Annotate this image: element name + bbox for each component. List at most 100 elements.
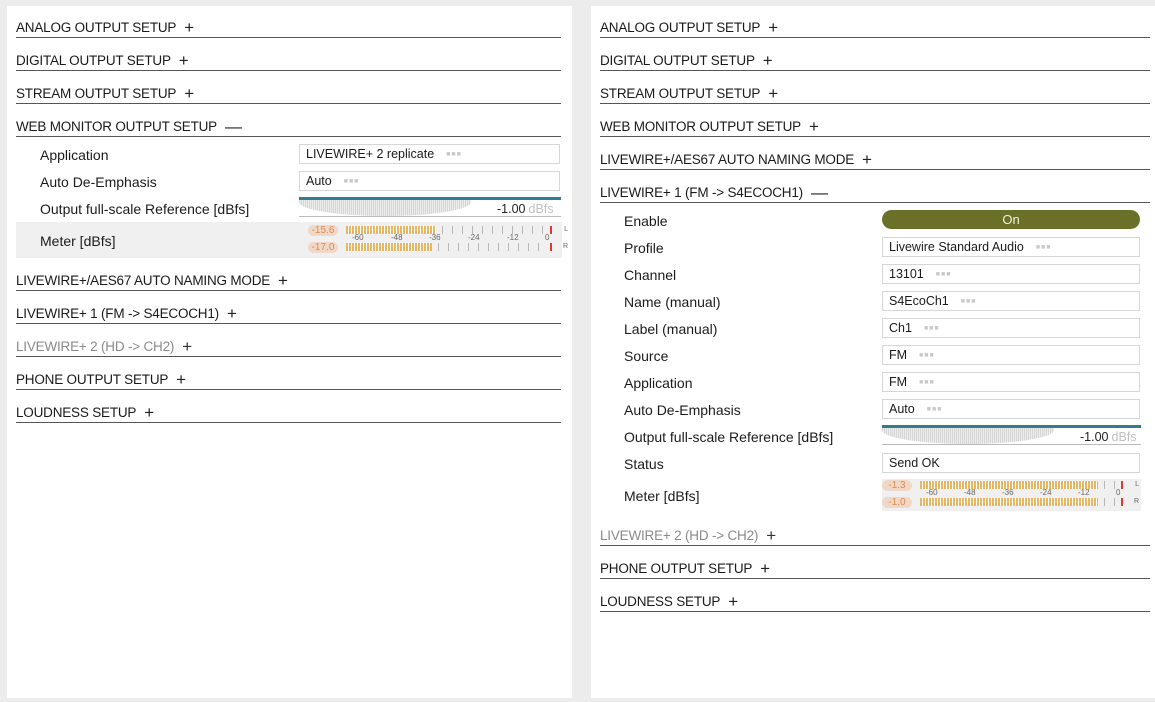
collapse-icon[interactable]: — <box>225 118 242 135</box>
section-livewire-2[interactable]: LIVEWIRE+ 2 (HD -> CH2) + <box>16 332 561 357</box>
name-input[interactable]: S4EcoCh1 ■■■ <box>882 291 1140 311</box>
status-display: Send OK <box>882 453 1140 473</box>
expand-icon[interactable]: + <box>760 560 770 577</box>
section-web-monitor-output-setup[interactable]: WEB MONITOR OUTPUT SETUP + <box>600 112 1150 137</box>
application-select[interactable]: FM ■■■ <box>882 372 1140 392</box>
setting-row-label: Label (manual) Ch1 ■■■ <box>591 315 1155 342</box>
section-livewire-1[interactable]: LIVEWIRE+ 1 (FM -> S4ECOCH1) + <box>16 299 561 324</box>
left-channel-label: L <box>564 226 568 233</box>
collapse-icon[interactable]: — <box>811 184 828 201</box>
label-input[interactable]: Ch1 ■■■ <box>882 318 1140 338</box>
meter-tail-tick <box>482 226 483 234</box>
section-stream-output-setup[interactable]: STREAM OUTPUT SETUP + <box>600 79 1150 104</box>
expand-icon[interactable]: + <box>763 52 773 69</box>
meter-tail-tick <box>1114 498 1115 506</box>
section-web-monitor-output-setup[interactable]: WEB MONITOR OUTPUT SETUP — <box>16 112 561 137</box>
setting-row-auto-de-emphasis: Auto De-Emphasis Auto ■■■ <box>7 168 572 195</box>
meter-tail-tick <box>498 243 499 251</box>
peak-marker <box>550 226 552 234</box>
section-digital-output-setup[interactable]: DIGITAL OUTPUT SETUP + <box>600 46 1150 71</box>
meter-scale-label: -48 <box>964 488 976 497</box>
enable-label: Enable <box>624 212 668 229</box>
section-livewire-aes67-auto-naming[interactable]: LIVEWIRE+/AES67 AUTO NAMING MODE + <box>600 145 1150 170</box>
more-icon: ■■■ <box>919 352 935 359</box>
auto-de-emphasis-select[interactable]: Auto ■■■ <box>299 171 560 191</box>
reference-label: Output full-scale Reference [dBfs] <box>40 200 250 217</box>
peak-marker <box>1121 498 1123 506</box>
right-settings-panel: ANALOG OUTPUT SETUP + DIGITAL OUTPUT SETU… <box>591 6 1155 698</box>
meter-tail-tick <box>528 243 529 251</box>
right-channel-peak-value: -17.0 <box>308 242 338 253</box>
status-label: Status <box>624 455 664 472</box>
more-icon: ■■■ <box>1035 244 1052 251</box>
expand-icon[interactable]: + <box>768 19 778 36</box>
section-stream-output-setup[interactable]: STREAM OUTPUT SETUP + <box>16 79 561 104</box>
section-title: PHONE OUTPUT SETUP <box>600 561 753 576</box>
section-phone-output-setup[interactable]: PHONE OUTPUT SETUP + <box>600 554 1150 579</box>
section-title: WEB MONITOR OUTPUT SETUP <box>16 119 217 134</box>
enable-toggle[interactable]: On <box>882 210 1140 229</box>
auto-de-emphasis-label: Auto De-Emphasis <box>40 173 157 190</box>
application-value: FM <box>889 375 908 389</box>
expand-icon[interactable]: + <box>766 527 776 544</box>
reference-slider[interactable]: -1.00 dBfs <box>882 425 1141 447</box>
expand-icon[interactable]: + <box>728 593 738 610</box>
right-channel-peak-value: -1.0 <box>882 497 912 508</box>
application-select[interactable]: LIVEWIRE+ 2 replicate ■■■ <box>299 144 560 164</box>
section-analog-output-setup[interactable]: ANALOG OUTPUT SETUP + <box>16 13 561 38</box>
expand-icon[interactable]: + <box>227 305 237 322</box>
meter-tail-tick <box>1104 498 1105 506</box>
reference-value: -1.00 <box>497 202 526 216</box>
expand-icon[interactable]: + <box>144 404 154 421</box>
section-digital-output-setup[interactable]: DIGITAL OUTPUT SETUP + <box>16 46 561 71</box>
expand-icon[interactable]: + <box>862 151 872 168</box>
right-channel-label: R <box>1133 498 1139 505</box>
meter-scale: -60 -48 -36 -24 -12 0 <box>920 488 1129 498</box>
setting-row-source: Source FM ■■■ <box>591 342 1155 369</box>
reference-slider[interactable]: -1.00 dBfs <box>299 197 561 219</box>
label-value: Ch1 <box>889 321 912 335</box>
section-livewire-aes67-auto-naming[interactable]: LIVEWIRE+/AES67 AUTO NAMING MODE + <box>16 266 561 291</box>
reference-unit: dBfs <box>528 202 554 216</box>
expand-icon[interactable]: + <box>809 118 819 135</box>
reference-unit: dBfs <box>1111 430 1137 444</box>
meter-scale-label: -60 <box>926 488 938 497</box>
section-loudness-setup[interactable]: LOUDNESS SETUP + <box>600 587 1150 612</box>
section-title: LIVEWIRE+ 2 (HD -> CH2) <box>16 339 175 354</box>
application-value: LIVEWIRE+ 2 replicate <box>306 147 435 161</box>
section-phone-output-setup[interactable]: PHONE OUTPUT SETUP + <box>16 365 561 390</box>
meter-scale-label: -36 <box>1002 488 1014 497</box>
section-title: ANALOG OUTPUT SETUP <box>600 20 761 35</box>
source-select[interactable]: FM ■■■ <box>882 345 1140 365</box>
expand-icon[interactable]: + <box>182 338 192 355</box>
right-channel-label: R <box>562 243 568 250</box>
section-title: STREAM OUTPUT SETUP <box>16 86 177 101</box>
meter-tail-tick <box>478 243 479 251</box>
expand-icon[interactable]: + <box>184 85 194 102</box>
expand-icon[interactable]: + <box>179 52 189 69</box>
section-title: ANALOG OUTPUT SETUP <box>16 20 177 35</box>
channel-input[interactable]: 13101 ■■■ <box>882 264 1140 284</box>
expand-icon[interactable]: + <box>768 85 778 102</box>
expand-icon[interactable]: + <box>278 272 288 289</box>
left-channel-label: L <box>1135 481 1139 488</box>
slider-knob[interactable] <box>882 428 1054 444</box>
expand-icon[interactable]: + <box>184 19 194 36</box>
meter-tail-tick <box>458 243 459 251</box>
meter-tail-tick <box>512 226 513 234</box>
section-livewire-1[interactable]: LIVEWIRE+ 1 (FM -> S4ECOCH1) — <box>600 178 1150 203</box>
application-label: Application <box>40 146 109 163</box>
meter-tail-tick <box>538 243 539 251</box>
section-livewire-2[interactable]: LIVEWIRE+ 2 (HD -> CH2) + <box>600 521 1150 546</box>
setting-row-name: Name (manual) S4EcoCh1 ■■■ <box>591 288 1155 315</box>
section-loudness-setup[interactable]: LOUDNESS SETUP + <box>16 398 561 423</box>
slider-knob[interactable] <box>299 200 471 216</box>
setting-row-profile: Profile Livewire Standard Audio ■■■ <box>591 234 1155 261</box>
expand-icon[interactable]: + <box>176 371 186 388</box>
auto-de-emphasis-select[interactable]: Auto ■■■ <box>882 399 1140 419</box>
slider-baseline <box>299 216 561 217</box>
meter-scale-label: -60 <box>352 233 364 242</box>
section-title: LOUDNESS SETUP <box>16 405 137 420</box>
profile-select[interactable]: Livewire Standard Audio ■■■ <box>882 237 1140 257</box>
section-analog-output-setup[interactable]: ANALOG OUTPUT SETUP + <box>600 13 1150 38</box>
